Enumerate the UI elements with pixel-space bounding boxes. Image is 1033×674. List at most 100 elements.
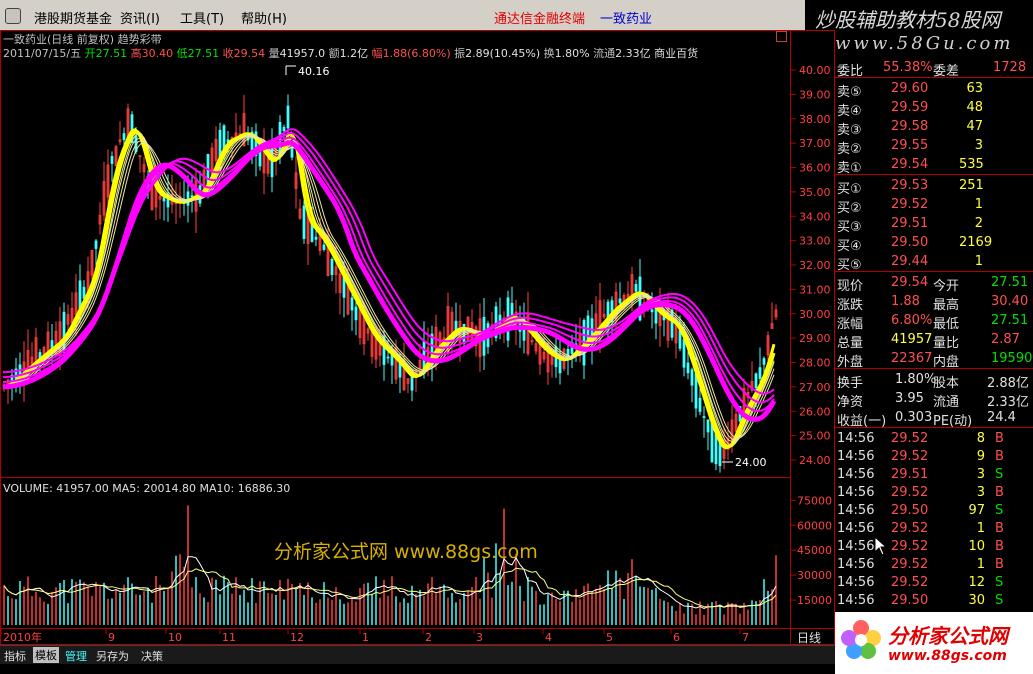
candle-body <box>286 105 290 129</box>
ask-price: 29.55 <box>891 138 929 153</box>
candle-body <box>350 297 354 311</box>
tick-price: 29.52 <box>891 539 929 554</box>
ma10-label: MA10: <box>199 482 235 495</box>
candle-body <box>314 236 318 240</box>
candle-body <box>78 280 82 310</box>
tab-save-as[interactable]: 另存为 <box>96 648 129 664</box>
quote-line: 2011/07/15/五 开27.51 高30.40 低27.51 收29.54… <box>3 45 698 61</box>
price-axis-label: 32.00 <box>799 259 831 272</box>
logo-url: www.88gs.com <box>888 648 1007 664</box>
open-value: 27.51 <box>95 47 128 60</box>
bid-volume: 251 <box>959 178 984 193</box>
x-axis-label: 10 <box>168 631 182 644</box>
bid-row[interactable]: 买④ 29.50 2169 <box>835 233 1033 254</box>
tick-price: 29.52 <box>891 449 929 464</box>
panel-separator <box>835 427 1033 428</box>
tick-volume: 97 <box>968 503 985 518</box>
tick-side: S <box>995 503 1004 518</box>
tick-price: 29.52 <box>891 575 929 590</box>
candle-body <box>302 205 306 239</box>
candle-body <box>122 133 126 141</box>
ma10-value: 16886.30 <box>237 482 291 495</box>
ratio-value: 55.38% <box>883 60 933 75</box>
panel-separator <box>835 368 1033 369</box>
high-label: 高 <box>130 47 142 60</box>
float-value: 2.33亿 <box>615 47 651 60</box>
tab-decision[interactable]: 决策 <box>141 648 163 664</box>
tick-row: 14:56 29.51 3 S <box>835 465 1033 483</box>
candle-body <box>186 191 190 206</box>
bid-volume: 1 <box>974 197 983 212</box>
price-axis-label: 26.00 <box>799 405 831 418</box>
ask-row[interactable]: 卖③ 29.58 47 <box>835 117 1033 138</box>
ask-row[interactable]: 卖① 29.54 535 <box>835 155 1033 176</box>
stat-row: 外盘 22367 内盘 19590 <box>835 349 1033 370</box>
candle-body <box>690 369 694 386</box>
bid-volume: 1 <box>974 254 983 269</box>
tick-side: S <box>995 593 1004 608</box>
yellow-ribbon-line <box>2 133 775 446</box>
bid-row[interactable]: 买② 29.52 1 <box>835 195 1033 216</box>
close-icon[interactable] <box>776 31 787 42</box>
tick-row: 14:56 29.52 9 B <box>835 447 1033 465</box>
tick-time: 14:56 <box>837 485 875 500</box>
low-label: 低 <box>176 47 188 60</box>
low-value: 27.51 <box>187 47 220 60</box>
x-axis-label: 6 <box>673 631 680 644</box>
tick-price: 29.50 <box>891 503 929 518</box>
tab-indicator[interactable]: 指标 <box>4 648 26 664</box>
bid-row[interactable]: 买① 29.53 251 <box>835 176 1033 197</box>
ask-volume: 48 <box>966 100 983 115</box>
amount-label: 额 <box>328 47 340 60</box>
amplitude-value: 2.89(10.45%) <box>465 47 541 60</box>
candle-body <box>290 146 294 158</box>
tick-time: 14:56 <box>837 467 875 482</box>
candle-body <box>698 397 702 412</box>
candle-body <box>706 419 710 433</box>
price-axis-label: 38.00 <box>799 113 831 126</box>
period-label[interactable]: 日线 <box>797 629 821 646</box>
x-axis-label: 5 <box>606 631 613 644</box>
ask-volume: 63 <box>966 81 983 96</box>
stat-row: 涨幅 6.80% 最低 27.51 <box>835 311 1033 332</box>
tick-time: 14:56 <box>837 575 875 590</box>
tick-side: B <box>995 485 1004 500</box>
tick-time: 14:56 <box>837 449 875 464</box>
tick-volume: 3 <box>976 485 985 500</box>
ask-price: 29.60 <box>891 81 929 96</box>
candle-body <box>754 373 758 389</box>
stat-value: 6.80% <box>891 313 933 328</box>
site-banner: 炒股辅助教材58股网 www.58Gu.com <box>805 0 1033 58</box>
candle-body <box>618 298 622 304</box>
turnover-label: 换 <box>543 47 555 60</box>
price-axis-label: 36.00 <box>799 162 831 175</box>
high-value: 30.40 <box>141 47 174 60</box>
tick-row: 14:56 29.52 1 B <box>835 555 1033 573</box>
high-price-label: 40.16 <box>298 65 330 78</box>
ma5-label: MA5: <box>112 482 141 495</box>
stat-value: 2.87 <box>991 332 1020 347</box>
bid-price: 29.51 <box>891 216 929 231</box>
price-axis-label: 34.00 <box>799 210 831 223</box>
tab-template[interactable]: 模板 <box>33 647 59 663</box>
price-axis-label: 31.00 <box>799 283 831 296</box>
tick-row: 14:56 29.50 97 S <box>835 501 1033 519</box>
bottom-toolbar: 指标 模板 管理 另存为 决策 <box>0 645 835 664</box>
change-label: 幅 <box>371 47 383 60</box>
candle-body <box>678 330 682 349</box>
diff-value: 1728 <box>993 60 1027 75</box>
tab-manage[interactable]: 管理 <box>65 648 87 664</box>
fundamental-value: 3.95 <box>895 391 924 406</box>
bid-row[interactable]: 买③ 29.51 2 <box>835 214 1033 235</box>
bid-row[interactable]: 买⑤ 29.44 1 <box>835 252 1033 273</box>
candle-body <box>322 244 326 250</box>
ask-row[interactable]: 卖⑤ 29.60 63 <box>835 79 1033 100</box>
candle-body <box>354 306 358 321</box>
panel-separator <box>835 271 1033 272</box>
ask-row[interactable]: 卖② 29.55 3 <box>835 136 1033 157</box>
yellow-ribbon-line <box>2 136 775 439</box>
ask-row[interactable]: 卖④ 29.59 48 <box>835 98 1033 119</box>
mouse-cursor-icon <box>874 536 888 556</box>
price-axis-label: 29.00 <box>799 332 831 345</box>
bid-price: 29.53 <box>891 178 929 193</box>
